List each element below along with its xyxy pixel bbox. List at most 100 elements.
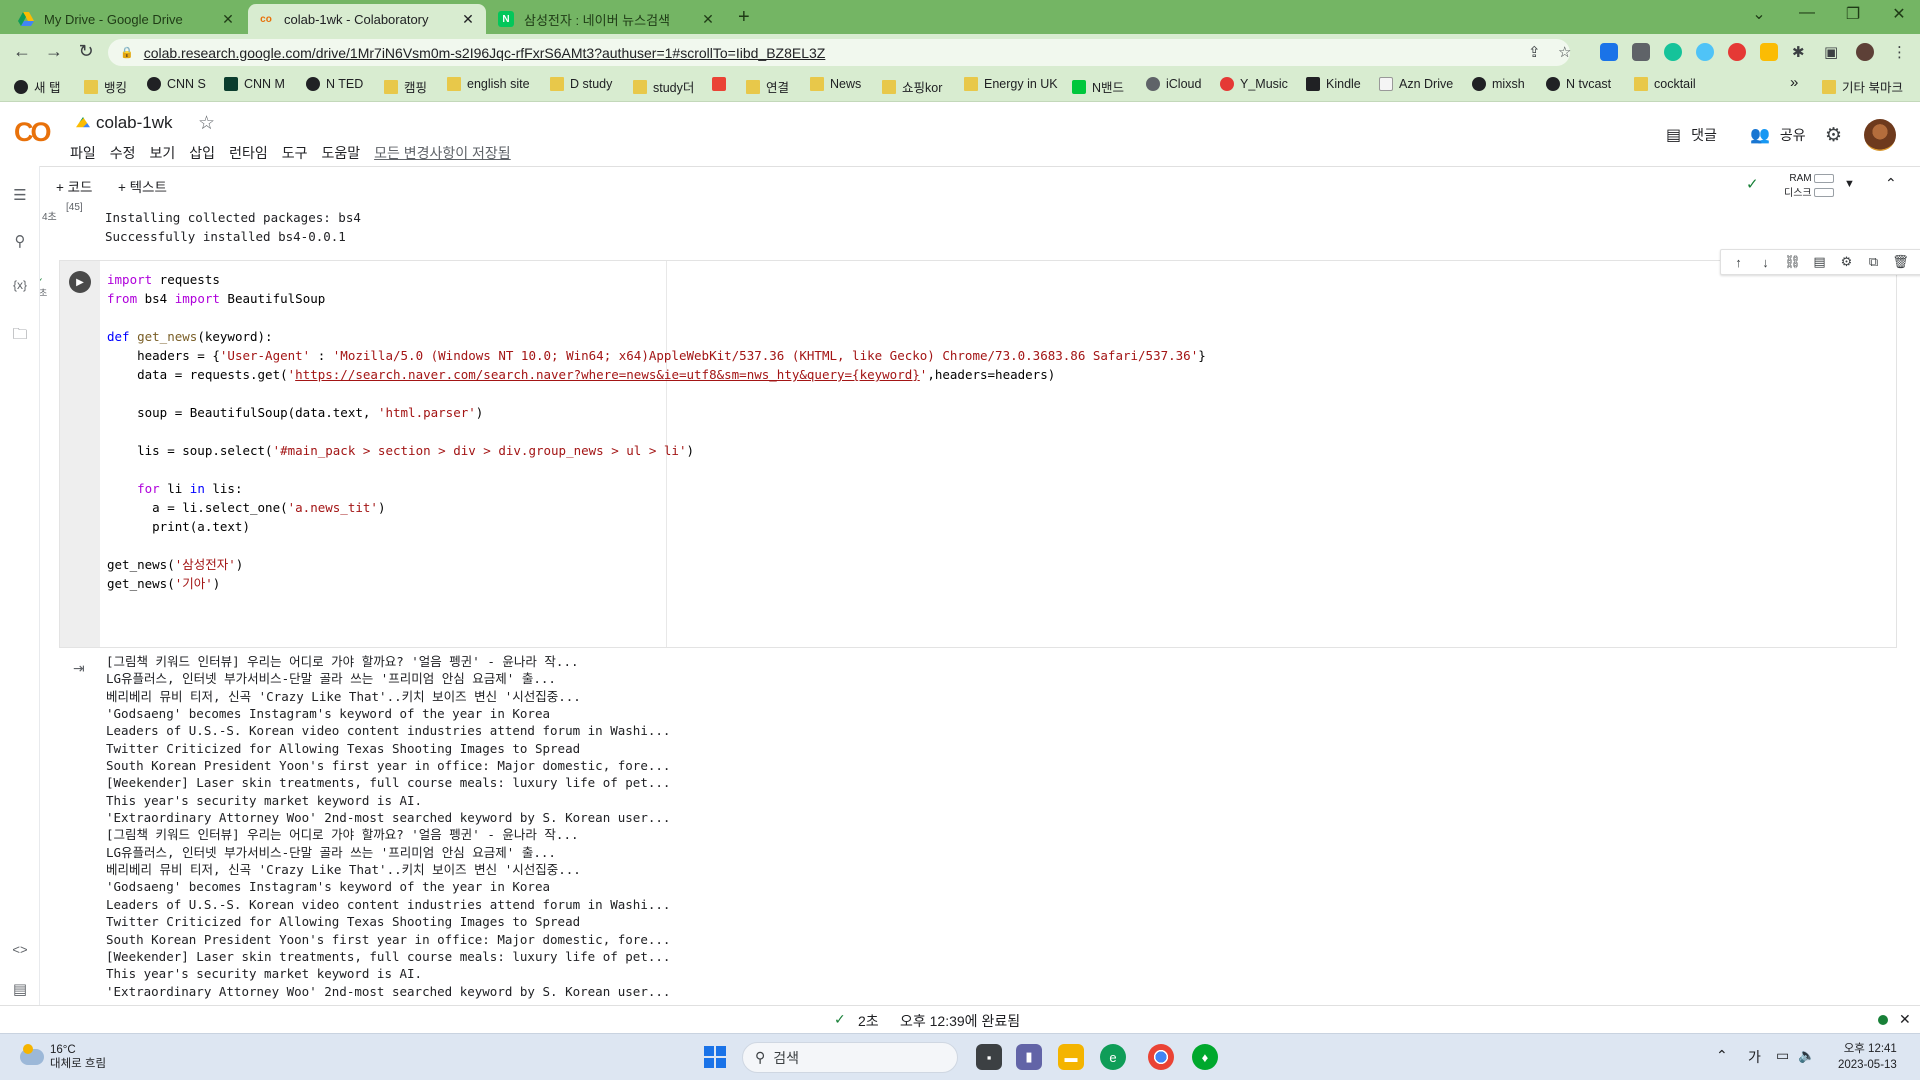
task-view-icon[interactable]: ▪	[976, 1044, 1002, 1070]
resource-monitor[interactable]: RAM 디스크	[1784, 171, 1812, 201]
bookmark-item[interactable]: 새 탭	[14, 77, 60, 96]
add-text-cell-button[interactable]: + 텍스트	[118, 176, 167, 196]
bookmark-item[interactable]: iCloud	[1146, 77, 1201, 91]
comment-button[interactable]: ▤ 댓글	[1666, 125, 1717, 145]
close-window-icon[interactable]: ✕	[1876, 4, 1920, 24]
other-bookmarks-folder[interactable]: 기타 북마크	[1822, 77, 1903, 96]
weather-widget[interactable]: 16°C 대체로 흐림	[20, 1043, 106, 1071]
move-up-icon[interactable]: ↑	[1725, 255, 1752, 270]
bookmark-folder[interactable]: english site	[447, 77, 530, 91]
address-bar[interactable]: 🔒 colab.research.google.com/drive/1Mr7iN…	[108, 39, 1570, 66]
forward-icon[interactable]: →	[42, 41, 66, 62]
move-down-icon[interactable]: ↓	[1752, 255, 1779, 270]
more-options-icon[interactable]: ⋮	[1914, 254, 1920, 270]
star-icon[interactable]: ☆	[198, 112, 215, 135]
variables-icon[interactable]: {x}	[10, 278, 30, 292]
bookmark-folder[interactable]: 뱅킹	[84, 77, 127, 96]
teams-icon[interactable]: ▮	[1016, 1044, 1042, 1070]
command-palette-icon[interactable]: ▤	[10, 980, 30, 998]
taskbar-search[interactable]: ⚲ 검색	[742, 1042, 958, 1073]
close-icon[interactable]: ✕	[1899, 1011, 1911, 1028]
close-icon[interactable]: ✕	[220, 11, 236, 28]
reload-icon[interactable]: ↻	[74, 41, 98, 62]
extensions-puzzle-icon[interactable]: ✱	[1792, 43, 1805, 61]
files-folder-icon[interactable]: 🗀	[10, 324, 30, 349]
bookmark-folder[interactable]: 쇼핑kor	[882, 77, 942, 96]
save-status-link[interactable]: 모든 변경사항이 저장됨	[374, 143, 511, 163]
comment-icon[interactable]: ▤	[1806, 254, 1833, 270]
tab-search-icon[interactable]: ⌄	[1736, 4, 1782, 24]
chrome-icon[interactable]	[1148, 1044, 1174, 1070]
windows-start-icon[interactable]	[704, 1046, 726, 1068]
bookmark-item[interactable]: N TED	[306, 77, 363, 91]
file-explorer-icon[interactable]: ▬	[1058, 1044, 1084, 1070]
bookmark-gmail[interactable]	[712, 77, 732, 91]
bookmark-folder[interactable]: D study	[550, 77, 612, 91]
side-panel-icon[interactable]: ▣	[1824, 43, 1838, 61]
bookmark-item[interactable]: Y_Music	[1220, 77, 1288, 91]
bookmark-item[interactable]: CNN M	[224, 77, 285, 91]
extension-note-icon[interactable]	[1760, 43, 1778, 61]
extension-shield-icon[interactable]	[1600, 43, 1618, 61]
bookmark-folder[interactable]: Energy in UK	[964, 77, 1058, 91]
minimize-icon[interactable]: —	[1784, 4, 1830, 22]
colab-logo[interactable]: CO	[14, 117, 51, 148]
tab-colab[interactable]: co colab-1wk - Colaboratory ✕	[248, 4, 486, 34]
run-cell-button[interactable]: ▶	[69, 271, 91, 293]
link-icon[interactable]: ⛓	[1779, 254, 1806, 270]
menu-runtime[interactable]: 런타임	[229, 143, 268, 163]
tab-google-drive[interactable]: My Drive - Google Drive ✕	[8, 4, 246, 34]
settings-gear-icon[interactable]: ⚙	[1825, 124, 1842, 147]
bookmark-star-icon[interactable]: ☆	[1558, 43, 1571, 61]
menu-file[interactable]: 파일	[70, 143, 96, 163]
cell-settings-gear-icon[interactable]: ⚙	[1833, 254, 1860, 270]
code-snippets-icon[interactable]: <>	[10, 942, 30, 957]
mirror-cell-icon[interactable]: ⧉	[1860, 254, 1887, 270]
extension-reader-icon[interactable]	[1632, 43, 1650, 61]
table-of-contents-icon[interactable]: ☰	[10, 186, 30, 204]
delete-trash-icon[interactable]: 🗑	[1887, 254, 1914, 270]
menu-view[interactable]: 보기	[150, 143, 176, 163]
clock[interactable]: 오후 12:41 2023-05-13	[1838, 1041, 1897, 1073]
menu-help[interactable]: 도움말	[321, 143, 360, 163]
new-tab-button[interactable]: +	[738, 6, 750, 29]
menu-edit[interactable]: 수정	[110, 143, 136, 163]
share-page-icon[interactable]: ⇪	[1528, 43, 1541, 61]
notebook-title[interactable]: colab-1wk	[76, 113, 173, 133]
edge-icon[interactable]: e	[1100, 1044, 1126, 1070]
code-editor[interactable]: import requests from bs4 import Beautiful…	[107, 270, 1206, 593]
bookmark-folder[interactable]: 연결	[746, 77, 789, 96]
close-icon[interactable]: ✕	[460, 11, 476, 28]
bookmark-item[interactable]: N tvcast	[1546, 77, 1611, 91]
dropdown-arrow-icon[interactable]: ▼	[1844, 178, 1855, 190]
bookmark-folder[interactable]: 캠핑	[384, 77, 427, 96]
bookmarks-more-button[interactable]: »	[1790, 74, 1798, 91]
menu-insert[interactable]: 삽입	[189, 143, 215, 163]
bookmark-folder[interactable]: cocktail	[1634, 77, 1696, 91]
bookmark-item[interactable]: mixsh	[1472, 77, 1525, 91]
network-icon[interactable]: ▭	[1776, 1047, 1789, 1064]
bookmark-folder[interactable]: News	[810, 77, 861, 91]
bookmark-item[interactable]: N밴드	[1072, 77, 1124, 96]
evernote-icon[interactable]: ♦	[1192, 1044, 1218, 1070]
extension-cloud-icon[interactable]	[1696, 43, 1714, 61]
menu-tools[interactable]: 도구	[282, 143, 308, 163]
kebab-menu-icon[interactable]: ⋮	[1892, 43, 1907, 61]
ime-indicator[interactable]: 가	[1748, 1047, 1761, 1067]
add-code-cell-button[interactable]: + 코드	[56, 176, 92, 196]
output-redirect-icon[interactable]: ⇥	[73, 660, 85, 677]
back-icon[interactable]: ←	[10, 41, 34, 62]
volume-icon[interactable]: 🔈	[1798, 1047, 1815, 1064]
bookmark-item[interactable]: Kindle	[1306, 77, 1361, 91]
avatar[interactable]	[1864, 119, 1896, 151]
share-button[interactable]: 👥 공유	[1750, 125, 1806, 145]
chevron-up-icon[interactable]: ⌃	[1885, 175, 1897, 192]
code-cell[interactable]: ▶ import requests from bs4 import Beautif…	[59, 260, 1897, 648]
search-icon[interactable]: ⚲	[10, 232, 30, 250]
extension-opera-icon[interactable]	[1728, 43, 1746, 61]
profile-avatar-icon[interactable]	[1856, 43, 1874, 61]
bookmark-item[interactable]: CNN S	[147, 77, 206, 91]
restore-icon[interactable]: ❐	[1830, 4, 1876, 24]
close-icon[interactable]: ✕	[700, 11, 716, 28]
tab-naver[interactable]: N 삼성전자 : 네이버 뉴스검색 ✕	[488, 4, 726, 34]
